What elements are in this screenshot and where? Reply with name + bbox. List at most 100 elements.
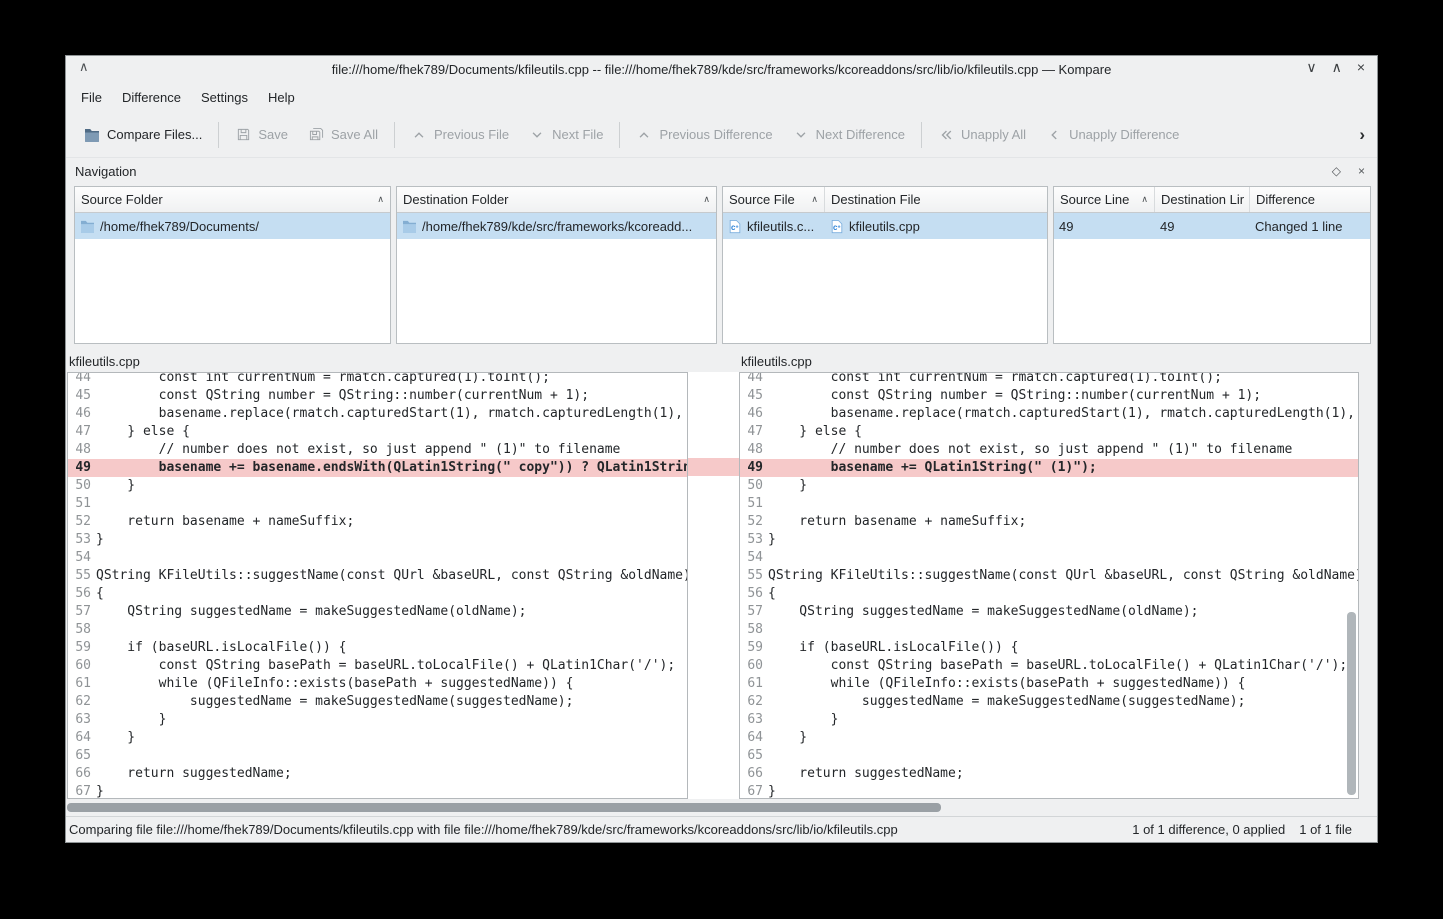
diff-line[interactable]: 48 // number does not exist, so just app…: [68, 441, 687, 459]
menu-file[interactable]: File: [71, 86, 112, 109]
toolbar-button-unapply-all[interactable]: Unapply All: [928, 120, 1036, 150]
diff-line[interactable]: 50 }: [68, 477, 687, 495]
diff-line[interactable]: 57 QString suggestedName = makeSuggested…: [740, 603, 1358, 621]
shade-icon[interactable]: ∧: [79, 59, 89, 75]
diff-line[interactable]: 66 return suggestedName;: [68, 765, 687, 783]
diff-line[interactable]: 58: [68, 621, 687, 639]
diff-line[interactable]: 44 const int currentNum = rmatch.capture…: [68, 372, 687, 387]
line-number: 51: [68, 495, 96, 513]
diff-line[interactable]: 58: [740, 621, 1358, 639]
diff-line-changed[interactable]: 49 basename += basename.endsWith(QLatin1…: [68, 459, 687, 477]
nav-row[interactable]: /home/fhek789/Documents/: [75, 213, 390, 239]
diff-line[interactable]: 64 }: [68, 729, 687, 747]
diff-line[interactable]: 63 }: [68, 711, 687, 729]
diff-line[interactable]: 50 }: [740, 477, 1358, 495]
dock-close-icon[interactable]: ×: [1358, 164, 1365, 178]
diff-line[interactable]: 60 const QString basePath = baseURL.toLo…: [740, 657, 1358, 675]
column-header[interactable]: Destination File: [825, 187, 1047, 212]
diff-line[interactable]: 47 } else {: [68, 423, 687, 441]
diff-line[interactable]: 66 return suggestedName;: [740, 765, 1358, 783]
diff-line[interactable]: 59 if (baseURL.isLocalFile()) {: [740, 639, 1358, 657]
diff-line[interactable]: 59 if (baseURL.isLocalFile()) {: [68, 639, 687, 657]
code-text: const QString number = QString::number(c…: [768, 387, 1261, 405]
column-header[interactable]: Source Line∧: [1054, 187, 1155, 212]
diff-line[interactable]: 56{: [740, 585, 1358, 603]
toolbar-button-next-difference[interactable]: Next Difference: [783, 120, 915, 150]
nav-cell-text: 49: [1160, 219, 1174, 234]
diff-line[interactable]: 52 return basename + nameSuffix;: [68, 513, 687, 531]
menu-difference[interactable]: Difference: [112, 86, 191, 109]
toolbar-button-previous-difference[interactable]: Previous Difference: [626, 120, 782, 150]
horizontal-scrollbar-thumb[interactable]: [67, 803, 941, 812]
diff-line[interactable]: 63 }: [740, 711, 1358, 729]
column-header[interactable]: Destination Lir: [1155, 187, 1250, 212]
toolbar-button-label: Next File: [552, 127, 603, 142]
diff-line[interactable]: 46 basename.replace(rmatch.capturedStart…: [68, 405, 687, 423]
diff-line[interactable]: 67}: [740, 783, 1358, 799]
diff-line[interactable]: 52 return basename + nameSuffix;: [740, 513, 1358, 531]
source-pane[interactable]: 44 const int currentNum = rmatch.capture…: [67, 372, 688, 799]
diff-line[interactable]: 54: [68, 549, 687, 567]
diff-line[interactable]: 54: [740, 549, 1358, 567]
line-number: 61: [68, 675, 96, 693]
diff-line[interactable]: 44 const int currentNum = rmatch.capture…: [740, 372, 1358, 387]
diff-line[interactable]: 60 const QString basePath = baseURL.toLo…: [68, 657, 687, 675]
toolbar-button-compare-files[interactable]: Compare Files...: [74, 120, 212, 150]
toolbar-button-previous-file[interactable]: Previous File: [401, 120, 519, 150]
column-header[interactable]: Difference: [1250, 187, 1370, 212]
nav-row[interactable]: 4949Changed 1 line: [1054, 213, 1370, 239]
nav-row[interactable]: /home/fhek789/kde/src/frameworks/kcoread…: [397, 213, 716, 239]
diff-line[interactable]: 64 }: [740, 729, 1358, 747]
diff-line[interactable]: 56{: [68, 585, 687, 603]
toolbar-button-save-all[interactable]: Save All: [298, 120, 388, 150]
code-text: }: [96, 783, 104, 799]
nav-row[interactable]: c+kfileutils.c...c+kfileutils.cpp: [723, 213, 1047, 239]
diff-line[interactable]: 51: [740, 495, 1358, 513]
lower-window-icon[interactable]: ∨: [1306, 59, 1316, 76]
raise-window-icon[interactable]: ∧: [1332, 59, 1342, 76]
diff-line[interactable]: 46 basename.replace(rmatch.capturedStart…: [740, 405, 1358, 423]
diff-line[interactable]: 45 const QString number = QString::numbe…: [68, 387, 687, 405]
column-header[interactable]: Source File∧: [723, 187, 825, 212]
column-header-label: Destination Lir: [1161, 192, 1244, 207]
line-number: 51: [740, 495, 768, 513]
column-header[interactable]: Source Folder∧: [75, 187, 390, 212]
toolbar-button-save[interactable]: Save: [225, 120, 298, 150]
dock-float-icon[interactable]: ◇: [1332, 164, 1341, 178]
toolbar-button-next-file[interactable]: Next File: [519, 120, 613, 150]
diff-line[interactable]: 62 suggestedName = makeSuggestedName(sug…: [740, 693, 1358, 711]
code-text: }: [96, 531, 104, 549]
diff-line[interactable]: 65: [740, 747, 1358, 765]
nav-panel-body: /home/fhek789/Documents/: [75, 213, 390, 343]
diff-line[interactable]: 51: [68, 495, 687, 513]
toolbar-button-label: Previous Difference: [659, 127, 772, 142]
diff-line[interactable]: 48 // number does not exist, so just app…: [740, 441, 1358, 459]
chevron-down-icon: [793, 127, 809, 143]
diff-line[interactable]: 47 } else {: [740, 423, 1358, 441]
diff-line[interactable]: 45 const QString number = QString::numbe…: [740, 387, 1358, 405]
diff-line[interactable]: 67}: [68, 783, 687, 799]
close-window-icon[interactable]: ×: [1357, 59, 1365, 76]
diff-line[interactable]: 62 suggestedName = makeSuggestedName(sug…: [68, 693, 687, 711]
file-labels: kfileutils.cpp kfileutils.cpp: [66, 350, 1377, 372]
column-header[interactable]: Destination Folder∧: [397, 187, 716, 212]
diff-line[interactable]: 61 while (QFileInfo::exists(basePath + s…: [68, 675, 687, 693]
diff-line[interactable]: 53}: [68, 531, 687, 549]
diff-line[interactable]: 53}: [740, 531, 1358, 549]
diff-line[interactable]: 65: [68, 747, 687, 765]
diff-line[interactable]: 55QString KFileUtils::suggestName(const …: [68, 567, 687, 585]
destination-pane[interactable]: 44 const int currentNum = rmatch.capture…: [739, 372, 1359, 799]
line-number: 58: [740, 621, 768, 639]
vertical-scrollbar-thumb[interactable]: [1347, 612, 1356, 795]
diff-line[interactable]: 61 while (QFileInfo::exists(basePath + s…: [740, 675, 1358, 693]
menu-help[interactable]: Help: [258, 86, 305, 109]
diff-line[interactable]: 55QString KFileUtils::suggestName(const …: [740, 567, 1358, 585]
diff-line[interactable]: 57 QString suggestedName = makeSuggested…: [68, 603, 687, 621]
horizontal-scrollbar[interactable]: [66, 799, 1377, 816]
toolbar-button-unapply-difference[interactable]: Unapply Difference: [1036, 120, 1189, 150]
diff-line-changed[interactable]: 49 basename += QLatin1String(" (1)");: [740, 459, 1358, 477]
titlebar[interactable]: ∧ file:///home/fhek789/Documents/kfileut…: [66, 56, 1377, 82]
toolbar-overflow-icon[interactable]: ›: [1359, 125, 1369, 145]
navigation-dock-titlebar: Navigation ◇ ×: [66, 158, 1377, 184]
menu-settings[interactable]: Settings: [191, 86, 258, 109]
